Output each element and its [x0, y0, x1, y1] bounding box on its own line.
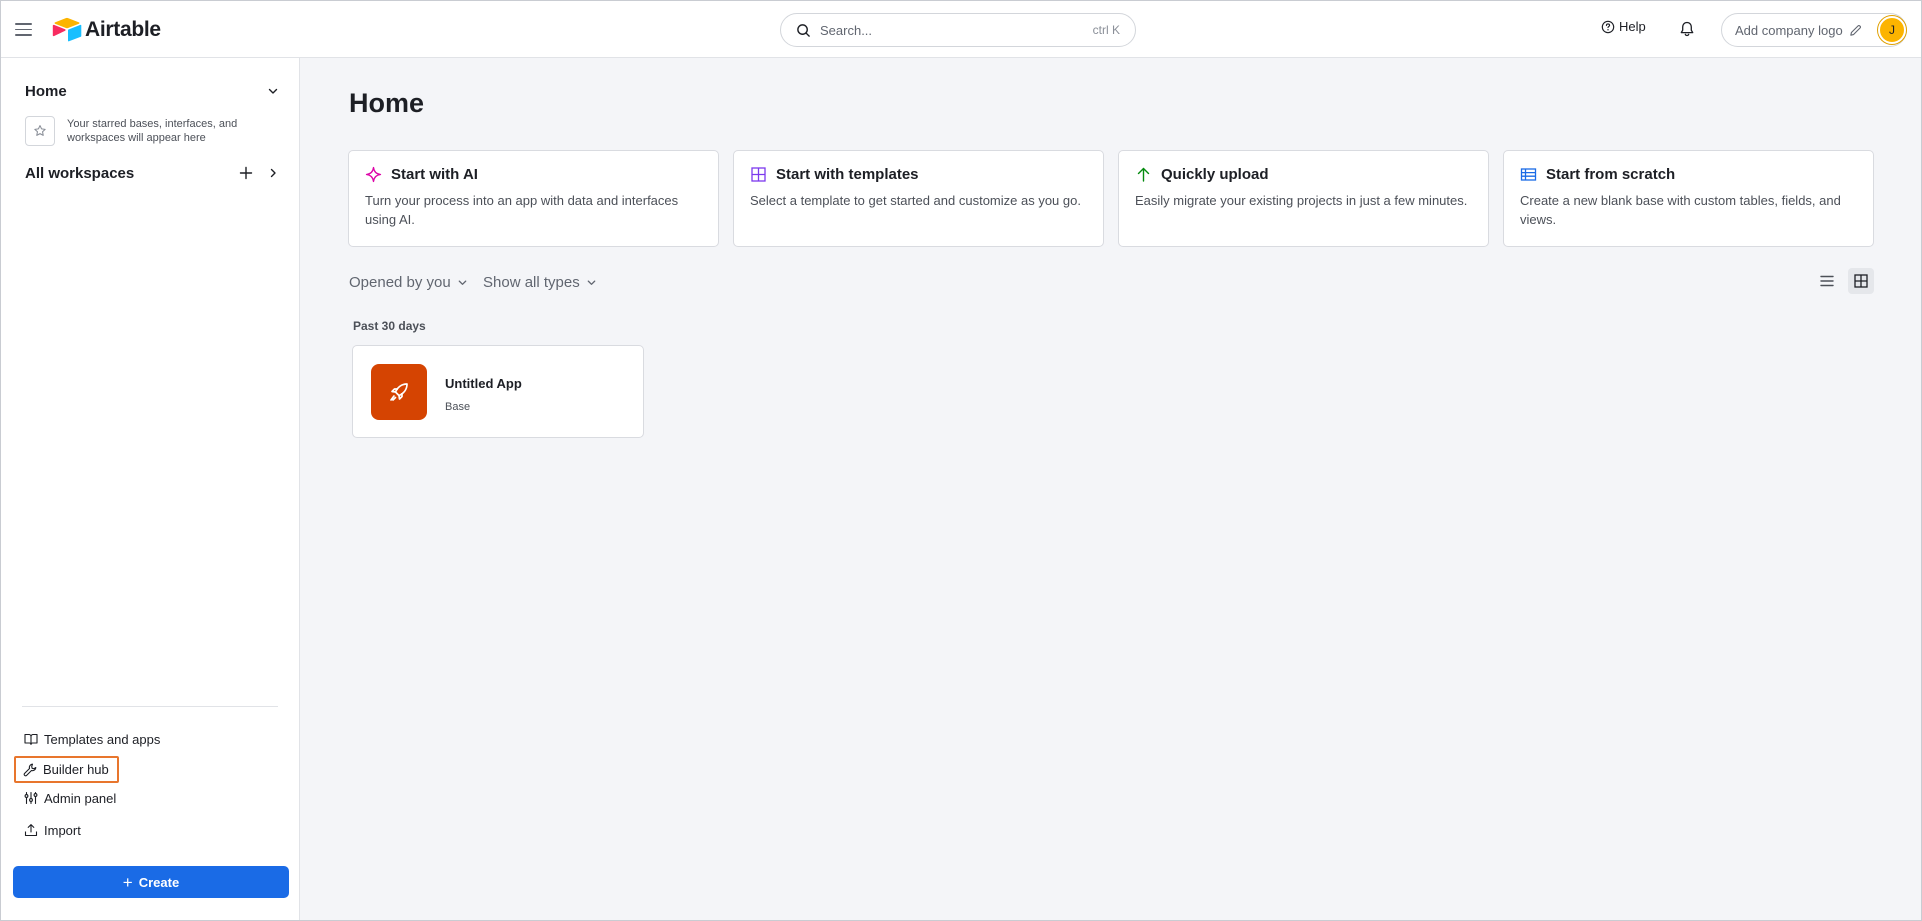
- list-view-button[interactable]: [1814, 268, 1840, 294]
- airtable-logo[interactable]: Airtable: [52, 17, 161, 43]
- main-content: Home Start with AI Turn your process int…: [300, 58, 1921, 920]
- company-logo-label: Add company logo: [1735, 22, 1843, 38]
- card-title: Start from scratch: [1546, 166, 1676, 183]
- admin-panel-label: Admin panel: [44, 790, 117, 806]
- top-bar: Airtable Search... ctrl K Help Add compa…: [1, 1, 1921, 58]
- starred-text: Your starred bases, interfaces, and work…: [67, 118, 238, 144]
- quickly-upload-card[interactable]: Quickly upload Easily migrate your exist…: [1118, 150, 1489, 247]
- base-icon: [371, 364, 427, 420]
- chevron-down-icon[interactable]: [267, 85, 279, 97]
- create-button[interactable]: + Create: [13, 866, 289, 898]
- help-button[interactable]: Help: [1601, 19, 1646, 34]
- start-from-scratch-card[interactable]: Start from scratch Create a new blank ba…: [1503, 150, 1874, 247]
- sliders-icon: [24, 791, 38, 805]
- start-with-ai-card[interactable]: Start with AI Turn your process into an …: [348, 150, 719, 247]
- card-title: Start with AI: [391, 166, 478, 183]
- table-icon: [1520, 168, 1537, 181]
- pencil-icon: [1849, 24, 1861, 36]
- airtable-logo-icon: [52, 17, 82, 42]
- grid-view-button[interactable]: [1848, 268, 1874, 294]
- star-icon: [34, 125, 46, 136]
- chevron-right-icon[interactable]: [267, 167, 279, 179]
- rocket-icon: [390, 383, 408, 401]
- help-label: Help: [1619, 19, 1646, 34]
- opened-by-dropdown[interactable]: Opened by you: [349, 274, 468, 291]
- menu-icon[interactable]: [15, 21, 32, 38]
- sidebar-item-templates-and-apps[interactable]: Templates and apps: [22, 728, 164, 750]
- base-name: Untitled App: [445, 376, 522, 391]
- plus-icon[interactable]: [239, 166, 253, 180]
- builder-hub-label: Builder hub: [43, 762, 109, 777]
- sidebar-item-home[interactable]: Home: [25, 80, 279, 102]
- show-types-dropdown[interactable]: Show all types: [483, 274, 597, 291]
- grid-icon: [1854, 274, 1868, 288]
- create-label: Create: [138, 874, 180, 890]
- sidebar: Home Your starred bases, interfaces, and…: [1, 58, 300, 920]
- card-description: Create a new blank base with custom tabl…: [1520, 193, 1841, 227]
- recent-base-card[interactable]: Untitled App Base: [352, 345, 644, 438]
- app-name: Airtable: [85, 18, 161, 41]
- grid-icon: [751, 167, 766, 182]
- sidebar-item-builder-hub[interactable]: Builder hub: [14, 756, 119, 783]
- sidebar-item-all-workspaces[interactable]: All workspaces: [25, 162, 279, 184]
- opened-by-label: Opened by you: [349, 274, 451, 291]
- card-title: Start with templates: [776, 166, 919, 183]
- chevron-down-icon: [587, 280, 596, 285]
- starred-placeholder: Your starred bases, interfaces, and work…: [25, 116, 242, 146]
- card-description: Select a template to get started and cus…: [750, 193, 1081, 208]
- start-with-templates-card[interactable]: Start with templates Select a template t…: [733, 150, 1104, 247]
- search-placeholder: Search...: [820, 22, 873, 38]
- workspaces-label: All workspaces: [25, 164, 135, 182]
- plus-icon: +: [122, 872, 133, 892]
- base-type: Base: [445, 401, 471, 413]
- templates-label: Templates and apps: [44, 731, 161, 747]
- help-icon: [1601, 20, 1615, 33]
- book-icon: [24, 733, 38, 746]
- show-types-label: Show all types: [483, 274, 580, 291]
- page-title: Home: [349, 88, 425, 118]
- sidebar-divider: [22, 706, 278, 707]
- search-input[interactable]: Search... ctrl K: [780, 13, 1136, 47]
- search-shortcut: ctrl K: [1092, 23, 1120, 37]
- card-description: Turn your process into an app with data …: [365, 193, 679, 227]
- sparkle-icon: [365, 166, 382, 183]
- bell-icon[interactable]: [1678, 20, 1696, 38]
- card-description: Easily migrate your existing projects in…: [1135, 193, 1468, 208]
- sidebar-item-admin-panel[interactable]: Admin panel: [22, 787, 120, 809]
- section-label: Past 30 days: [353, 319, 426, 333]
- import-label: Import: [44, 822, 81, 838]
- card-title: Quickly upload: [1161, 166, 1269, 183]
- chevron-down-icon: [458, 280, 467, 285]
- view-toggle: [1814, 268, 1874, 294]
- sidebar-home-label: Home: [25, 82, 67, 100]
- wrench-icon: [23, 763, 37, 776]
- arrow-up-icon: [1137, 167, 1150, 182]
- avatar[interactable]: J: [1878, 16, 1906, 44]
- sidebar-item-import[interactable]: Import: [22, 819, 85, 841]
- list-icon: [1820, 275, 1834, 287]
- upload-icon: [24, 824, 38, 837]
- search-icon: [797, 23, 810, 37]
- star-box: [25, 116, 55, 146]
